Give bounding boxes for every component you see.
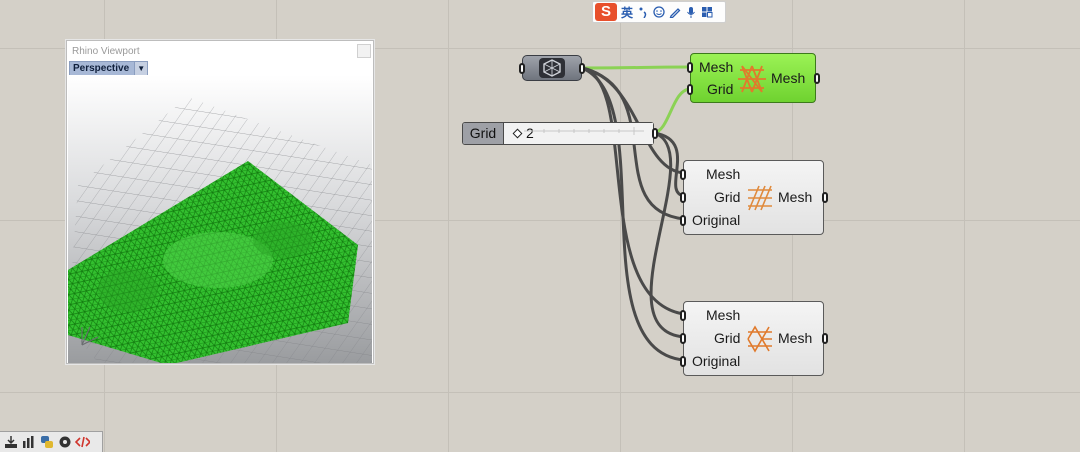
python-icon[interactable] <box>39 435 54 450</box>
sogou-logo-icon[interactable]: S <box>595 3 617 21</box>
bottom-mesh-output-port[interactable] <box>822 333 828 344</box>
top-mesh-output-port[interactable] <box>814 73 820 84</box>
grid-mesh-icon <box>747 325 772 353</box>
wire-slider-to-bottom-grid[interactable] <box>649 131 685 339</box>
middle-grid-input-label: Grid <box>714 189 741 205</box>
viewport-title: Rhino Viewport <box>72 45 140 57</box>
language-toggle[interactable]: 英 <box>621 4 633 21</box>
wire-slider-to-top-grid[interactable] <box>653 87 691 135</box>
bottom-mesh-output-label: Mesh <box>778 330 813 346</box>
emoji-icon[interactable] <box>653 5 665 19</box>
download-icon[interactable] <box>3 435 18 450</box>
ime-toolbar: S 英 <box>592 1 726 23</box>
rhino-viewport-window[interactable]: Rhino Viewport Perspective ▼ <box>66 40 374 364</box>
mesh-grid-component-top[interactable]: Mesh Grid Mesh <box>687 53 820 103</box>
settings-icon[interactable] <box>57 435 72 450</box>
slider-name: Grid <box>463 123 504 144</box>
code-icon[interactable] <box>75 435 90 450</box>
slider-ticks <box>524 127 644 135</box>
viewport-scene[interactable] <box>68 75 372 363</box>
slider-track[interactable]: 2 <box>504 123 653 144</box>
wire-hub-to-top-mesh[interactable] <box>581 65 691 70</box>
mesh-grid-component-bottom[interactable]: Mesh Grid Original Mesh <box>680 301 828 376</box>
view-name-label: Perspective <box>73 63 130 74</box>
grasshopper-canvas[interactable]: S 英 Rhino Viewport Perspective ▼ Grid 2 … <box>0 0 1080 452</box>
close-icon[interactable] <box>357 44 371 58</box>
chart-icon[interactable] <box>21 435 36 450</box>
middle-original-input-port[interactable] <box>680 215 686 226</box>
view-name-tab[interactable]: Perspective ▼ <box>69 61 149 76</box>
viewport-titlebar[interactable]: Rhino Viewport <box>67 41 373 61</box>
top-grid-input-port[interactable] <box>687 84 693 95</box>
mic-icon[interactable] <box>685 5 697 19</box>
middle-mesh-input-port[interactable] <box>680 169 686 180</box>
bottom-grid-input-port[interactable] <box>680 333 686 344</box>
bottom-toolbar <box>0 431 103 452</box>
middle-mesh-output-port[interactable] <box>822 192 828 203</box>
top-mesh-input-port[interactable] <box>687 62 693 73</box>
top-mesh-input-label: Mesh <box>699 59 734 75</box>
middle-mesh-output-label: Mesh <box>778 189 813 205</box>
grid-mesh-icon <box>748 185 772 211</box>
slider-output-port[interactable] <box>652 128 658 139</box>
middle-original-input-label: Original <box>692 212 741 228</box>
middle-mesh-input-label: Mesh <box>706 166 741 182</box>
top-mesh-output-label: Mesh <box>771 70 806 86</box>
mesh-preview <box>68 97 372 363</box>
hub-input-port[interactable] <box>519 63 525 74</box>
middle-grid-input-port[interactable] <box>680 192 686 203</box>
hub-output-port[interactable] <box>579 63 585 74</box>
bottom-mesh-input-port[interactable] <box>680 310 686 321</box>
top-grid-input-label: Grid <box>707 81 734 97</box>
grid-mesh-icon <box>738 65 766 93</box>
wire-hub-to-middle-mesh[interactable] <box>581 66 685 175</box>
mesh-param-icon <box>539 58 565 78</box>
bottom-original-input-label: Original <box>692 353 741 369</box>
mesh-grid-component-middle[interactable]: Mesh Grid Original Mesh <box>680 160 828 235</box>
punctuation-icon[interactable] <box>637 5 649 19</box>
mesh-input-param[interactable] <box>519 55 585 81</box>
bottom-original-input-port[interactable] <box>680 356 686 367</box>
chevron-down-icon[interactable]: ▼ <box>134 62 148 75</box>
toolbox-icon[interactable] <box>701 5 713 19</box>
bottom-mesh-input-label: Mesh <box>706 307 741 323</box>
grid-number-slider[interactable]: Grid 2 <box>462 122 658 145</box>
bottom-grid-input-label: Grid <box>714 330 741 346</box>
pen-icon[interactable] <box>669 5 681 19</box>
